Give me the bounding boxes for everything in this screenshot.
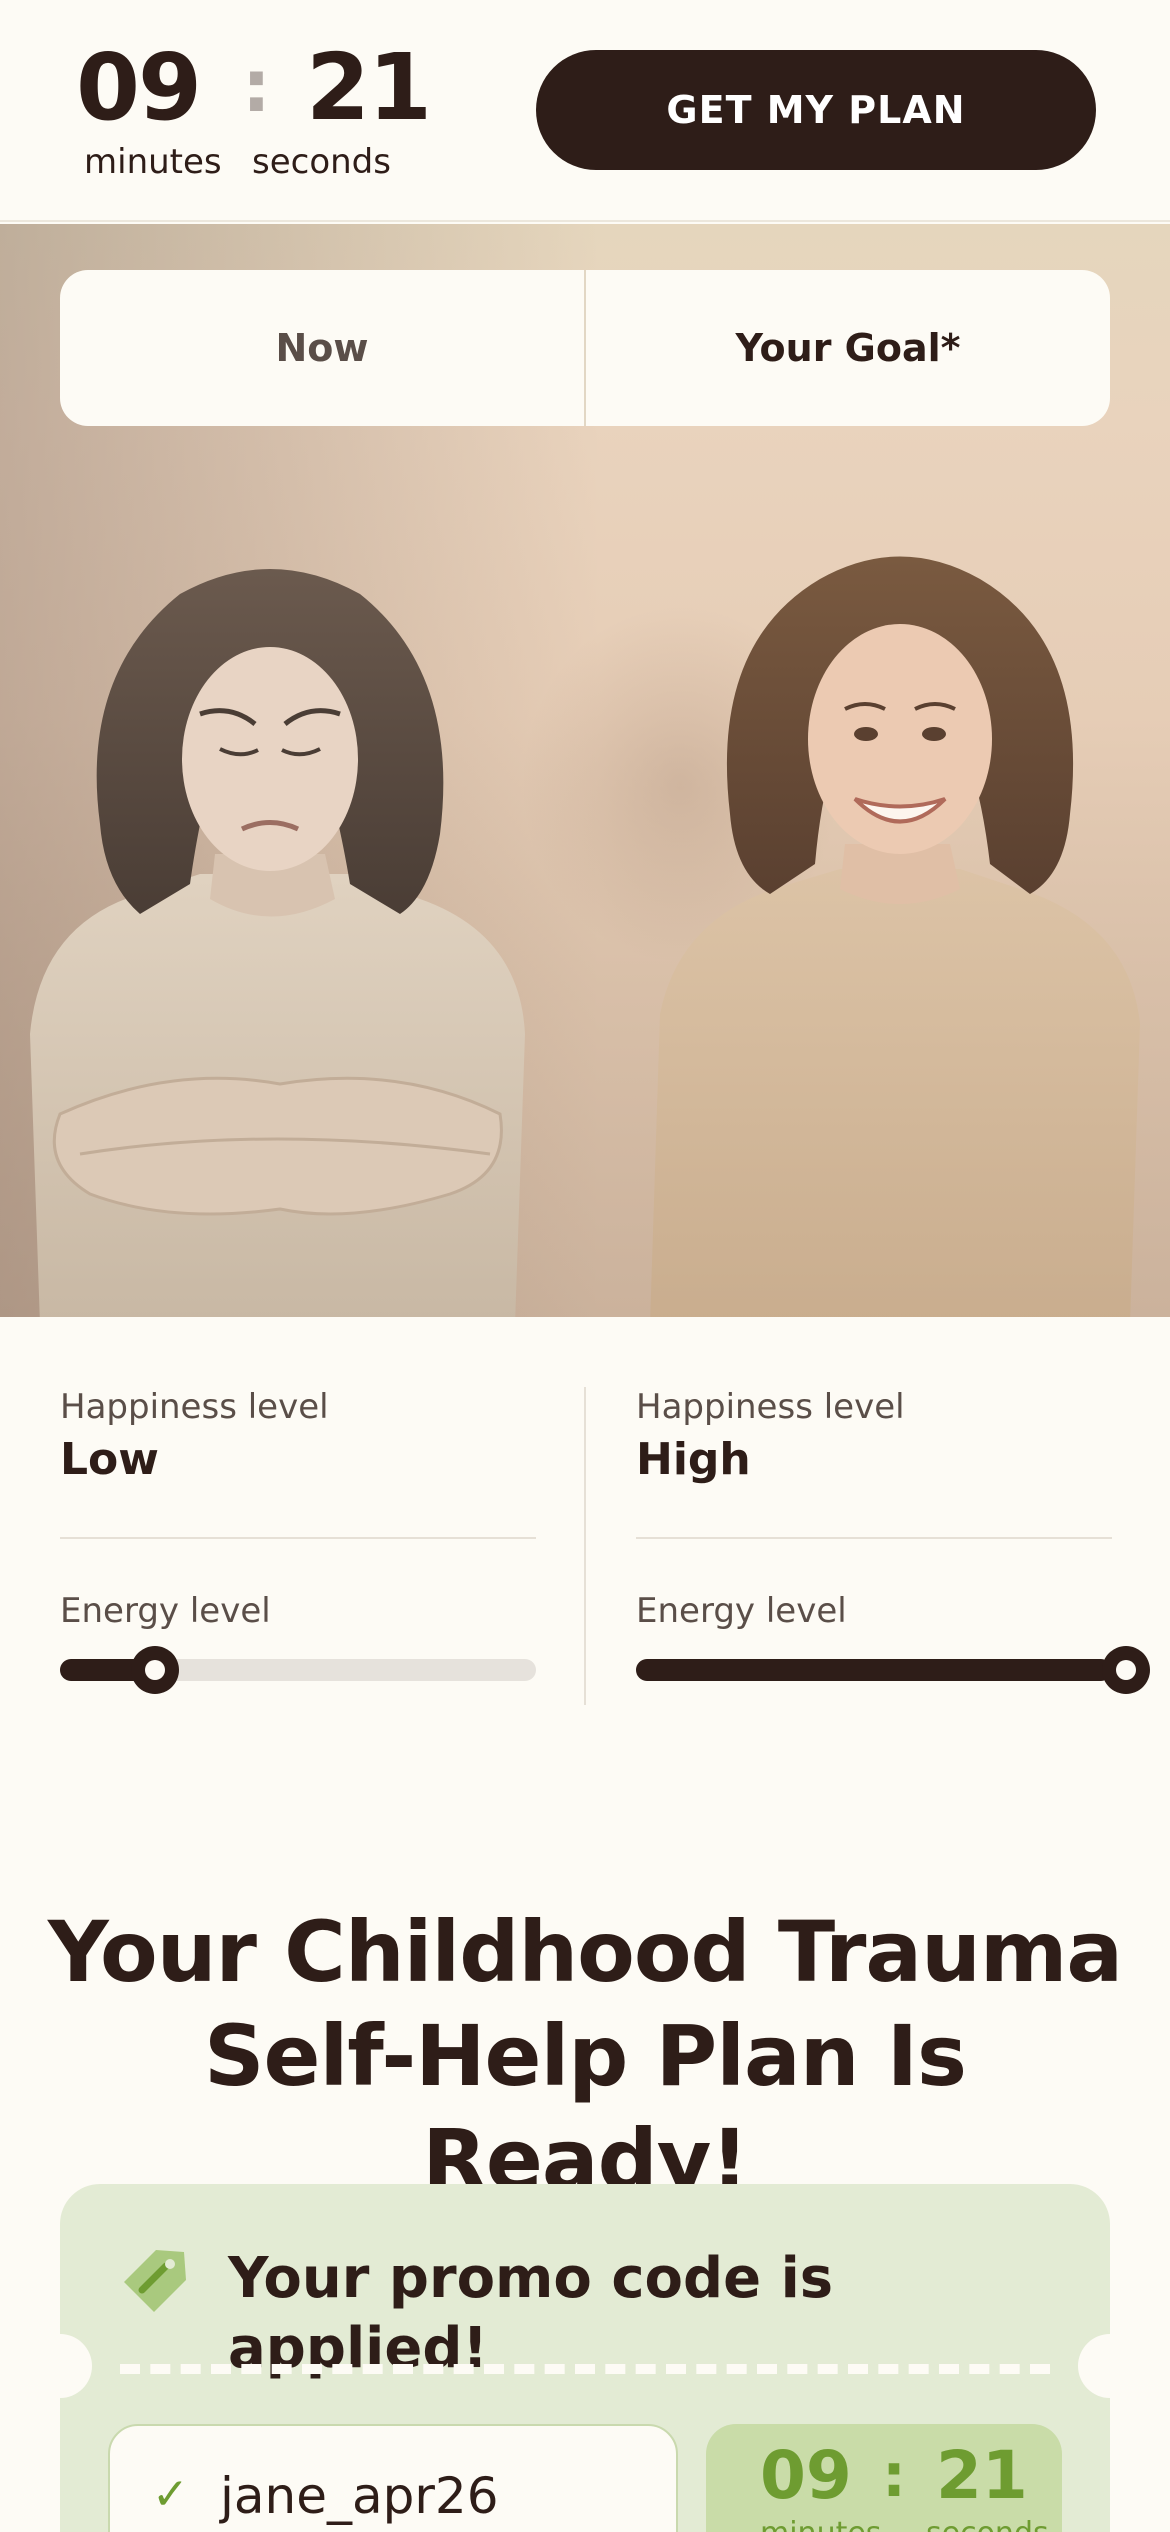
promo-timer-seconds: 21 [936,2437,1028,2514]
tab-now[interactable]: Now [60,270,586,426]
energy-knob [131,1646,180,1694]
divider [636,1537,1112,1539]
ticket-notch [28,2334,92,2398]
promo-timer: 09 : 21 minutes seconds [706,2424,1062,2532]
before-after-hero: Now Your Goal* [0,224,1170,1317]
energy-knob [1102,1646,1150,1694]
energy-fill [636,1659,1112,1681]
promo-timer-seconds-label: seconds [926,2516,1049,2532]
happiness-label: Happiness level [636,1387,905,1427]
promo-timer-separator: : [882,2441,906,2511]
divider [60,1537,536,1539]
now-levels: Happiness level Low Energy level [60,1387,536,1694]
sad-woman-image [30,569,525,1317]
energy-label: Energy level [60,1591,271,1631]
happy-woman-image [650,556,1140,1317]
get-my-plan-button[interactable]: GET MY PLAN [536,50,1096,170]
energy-slider [636,1646,1150,1694]
promo-code-value: jane_apr26 [220,2467,499,2525]
energy-slider [60,1646,536,1694]
energy-label: Energy level [636,1591,847,1631]
promo-code-field[interactable]: ✓ jane_apr26 [108,2424,678,2532]
page-title: Your Childhood Trauma Self-Help Plan Is … [47,1903,1123,2209]
promo-timer-minutes-label: minutes [760,2516,881,2532]
timer-seconds: 21 [306,34,432,141]
column-divider [584,1387,586,1705]
tab-your-goal[interactable]: Your Goal* [586,270,1110,426]
promo-timer-minutes: 09 [760,2437,852,2514]
timer-minutes-label: minutes [84,142,222,182]
sticky-header: 09 : 21 minutes seconds GET MY PLAN [0,0,1170,222]
happiness-label: Happiness level [60,1387,329,1427]
check-icon: ✓ [152,2469,189,2520]
promo-title: Your promo code is applied! [228,2246,834,2381]
ticket-divider [120,2364,1050,2374]
tag-icon [124,2250,186,2312]
happiness-value: Low [60,1434,159,1485]
timer-separator: : [242,44,271,128]
goal-levels: Happiness level High Energy level [636,1387,1150,1694]
countdown-timer: 09 : 21 minutes seconds [76,34,432,188]
comparison-tabs: Now Your Goal* [60,270,1110,426]
timer-seconds-label: seconds [252,142,391,182]
happiness-value: High [636,1434,751,1485]
timer-minutes: 09 [76,34,202,141]
levels-comparison: Happiness level Low Energy level Happine… [0,1317,1170,1787]
promo-card: Your promo code is applied! ✓ jane_apr26… [28,2184,1142,2532]
